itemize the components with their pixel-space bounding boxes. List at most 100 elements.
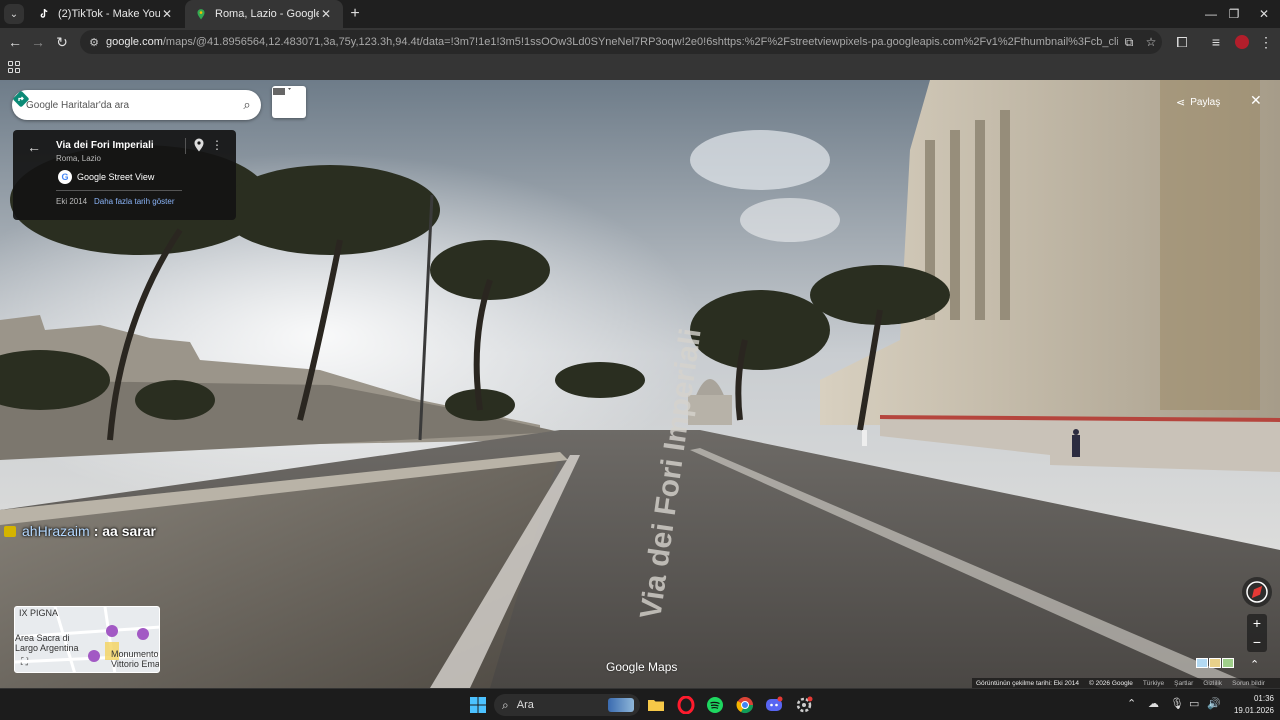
chrome-icon[interactable] [736,696,754,714]
layers-button[interactable] [272,86,306,118]
street-view-panorama[interactable]: Via dei Fori Imperiali Google Haritalar'… [0,80,1280,688]
tiktok-icon [40,8,48,18]
zoom-controls: + − [1247,614,1267,652]
browser-menu-icon[interactable]: ⋮ [1256,32,1276,52]
minimap[interactable]: IX PIGNA Area Sacra di Largo Argentina M… [14,606,160,673]
more-options-icon[interactable]: ⋮ [211,138,223,152]
country-link[interactable]: Türkiye [1143,680,1164,687]
onedrive-icon[interactable]: ☁ [1148,697,1159,710]
forward-arrow-icon[interactable]: → [28,32,48,52]
thumbnail[interactable] [1222,658,1234,668]
divider [56,190,182,191]
bookmark-bar [0,56,1280,80]
street-view-source: G Google Street View [58,170,154,184]
street-view-label: Google Street View [77,172,155,182]
extensions-icon[interactable]: ⧠ [1172,32,1192,52]
microphone-icon[interactable]: 🎙 [1170,697,1184,710]
chat-username: ahHrazaim [22,523,90,539]
capture-info: Görüntünün çekilme tarihi: Eki 2014 [976,679,1079,687]
clock-time: 01:36 [1253,694,1274,703]
minimap-label: Monumento a [111,649,159,659]
close-tab-icon[interactable]: ✕ [160,7,174,21]
minimap-label: Area Sacra di [15,633,70,643]
thumbnail[interactable] [1196,658,1208,668]
tab-tiktok[interactable]: (2)TikTok - Make Your Day ✕ [28,0,184,28]
chevron-up-icon[interactable]: ⌃ [1250,658,1259,671]
street-view-info-card: ← Via dei Fori Imperiali Roma, Lazio ⋮ G… [13,130,236,220]
bookmark-star-icon[interactable]: ☆ [1140,35,1162,49]
window-close-icon[interactable]: ✕ [1241,0,1280,28]
clock-date: 19.01.2026 [1233,706,1274,715]
stream-chat-message: ahHrazaim : aa sarar [4,523,156,539]
reload-icon[interactable]: ↻ [52,32,72,52]
compass-icon[interactable] [1242,577,1272,607]
spotify-icon[interactable] [706,696,724,714]
taskbar: ⌕ Ara ⌃ ☁ 🎙 ▭ 🔊 01:36 19.01.2026 [0,688,1280,720]
tab-search-chevron-icon[interactable]: ⌄ [4,4,24,24]
maps-search-box[interactable]: Google Haritalar'da ara ⌕ [12,90,261,120]
report-link[interactable]: Sorun bildir [1232,680,1265,687]
compass-needle-icon [1246,581,1268,603]
file-explorer-icon[interactable] [647,696,665,714]
tab-google-maps[interactable]: Roma, Lazio - Google Haritalar ✕ [185,0,343,28]
google-logo-icon: G [58,170,72,184]
search-highlight-icon [608,698,634,712]
discord-icon[interactable] [765,696,783,714]
more-dates-link[interactable]: Daha fazla tarih göster [94,197,175,206]
google-maps-watermark: Google Maps [606,660,678,674]
media-control-icon[interactable]: ≡ [1206,32,1226,52]
copyright: © 2026 Google [1088,679,1133,687]
close-tab-icon[interactable]: ✕ [319,7,333,21]
minimap-label: Vittorio Eman [111,659,160,669]
terms-link[interactable]: Şartlar [1174,680,1193,687]
new-tab-plus-icon[interactable]: + [346,5,364,23]
privacy-link[interactable]: Gizlilik [1203,680,1222,687]
taskbar-search-label: Ara [516,699,534,711]
close-street-view-icon[interactable]: ✕ [1250,92,1262,109]
zoom-in-button[interactable]: + [1247,614,1267,633]
maps-footer: Görüntünün çekilme tarihi: Eki 2014 © 20… [972,678,1280,688]
share-button[interactable]: ⋖ Paylaş [1176,92,1220,112]
settings-app-icon[interactable] [795,696,813,714]
directions-icon[interactable] [12,90,30,108]
address-bar[interactable]: ⚙ google.com/maps/@41.8956564,12.483071,… [80,30,1162,54]
install-app-icon[interactable]: ⧉ [1118,35,1140,50]
search-icon[interactable]: ⌕ [233,97,261,113]
zoom-out-button[interactable]: − [1247,633,1267,652]
site-info-icon[interactable]: ⚙ [84,36,104,49]
search-input[interactable]: Google Haritalar'da ara [12,100,233,111]
tab-title: (2)TikTok - Make Your Day [58,8,160,20]
capture-date: Eki 2014 [56,197,88,206]
expand-map-icon[interactable]: ⛶ [21,657,33,669]
url-domain: google.com [106,36,163,48]
profile-avatar[interactable] [1232,32,1252,52]
search-icon: ⌕ [502,697,509,712]
share-label: Paylaş [1190,96,1221,108]
chat-text: : aa sarar [93,523,156,539]
browser-tab-bar: ⌄ (2)TikTok - Make Your Day ✕ Roma, Lazi… [0,0,1280,28]
url-path: /maps/@41.8956564,12.483071,3a,75y,123.3… [162,36,1118,48]
google-maps-icon [197,9,205,20]
windows-start-icon[interactable] [469,696,487,714]
back-arrow-icon[interactable]: ← [5,32,25,52]
share-icon: ⋖ [1176,96,1186,109]
url-text[interactable]: google.com/maps/@41.8956564,12.483071,3a… [106,36,1118,48]
network-icon[interactable]: ▭ [1189,697,1199,710]
thumbnail[interactable] [1209,658,1221,668]
divider [185,138,186,154]
browser-toolbar: ← → ↻ ⚙ google.com/maps/@41.8956564,12.4… [0,28,1280,56]
tab-title: Roma, Lazio - Google Haritalar [215,8,319,20]
minimap-label: IX PIGNA [19,608,59,618]
place-region: Roma, Lazio [56,154,101,163]
location-pin-icon[interactable] [193,138,205,152]
volume-icon[interactable]: 🔊 [1207,697,1221,710]
imagery-thumbnails[interactable] [1196,658,1234,668]
minimap-label: Largo Argentina [15,643,79,653]
system-clock[interactable]: 01:36 19.01.2026 [1224,693,1274,717]
opera-icon[interactable] [677,696,695,714]
back-arrow-icon[interactable]: ← [27,139,41,155]
apps-grid-icon[interactable] [8,61,20,73]
map-layer-thumbnail-icon [273,88,291,95]
tray-overflow-chevron-icon[interactable]: ⌃ [1127,697,1136,710]
taskbar-search[interactable]: ⌕ Ara [494,694,640,716]
